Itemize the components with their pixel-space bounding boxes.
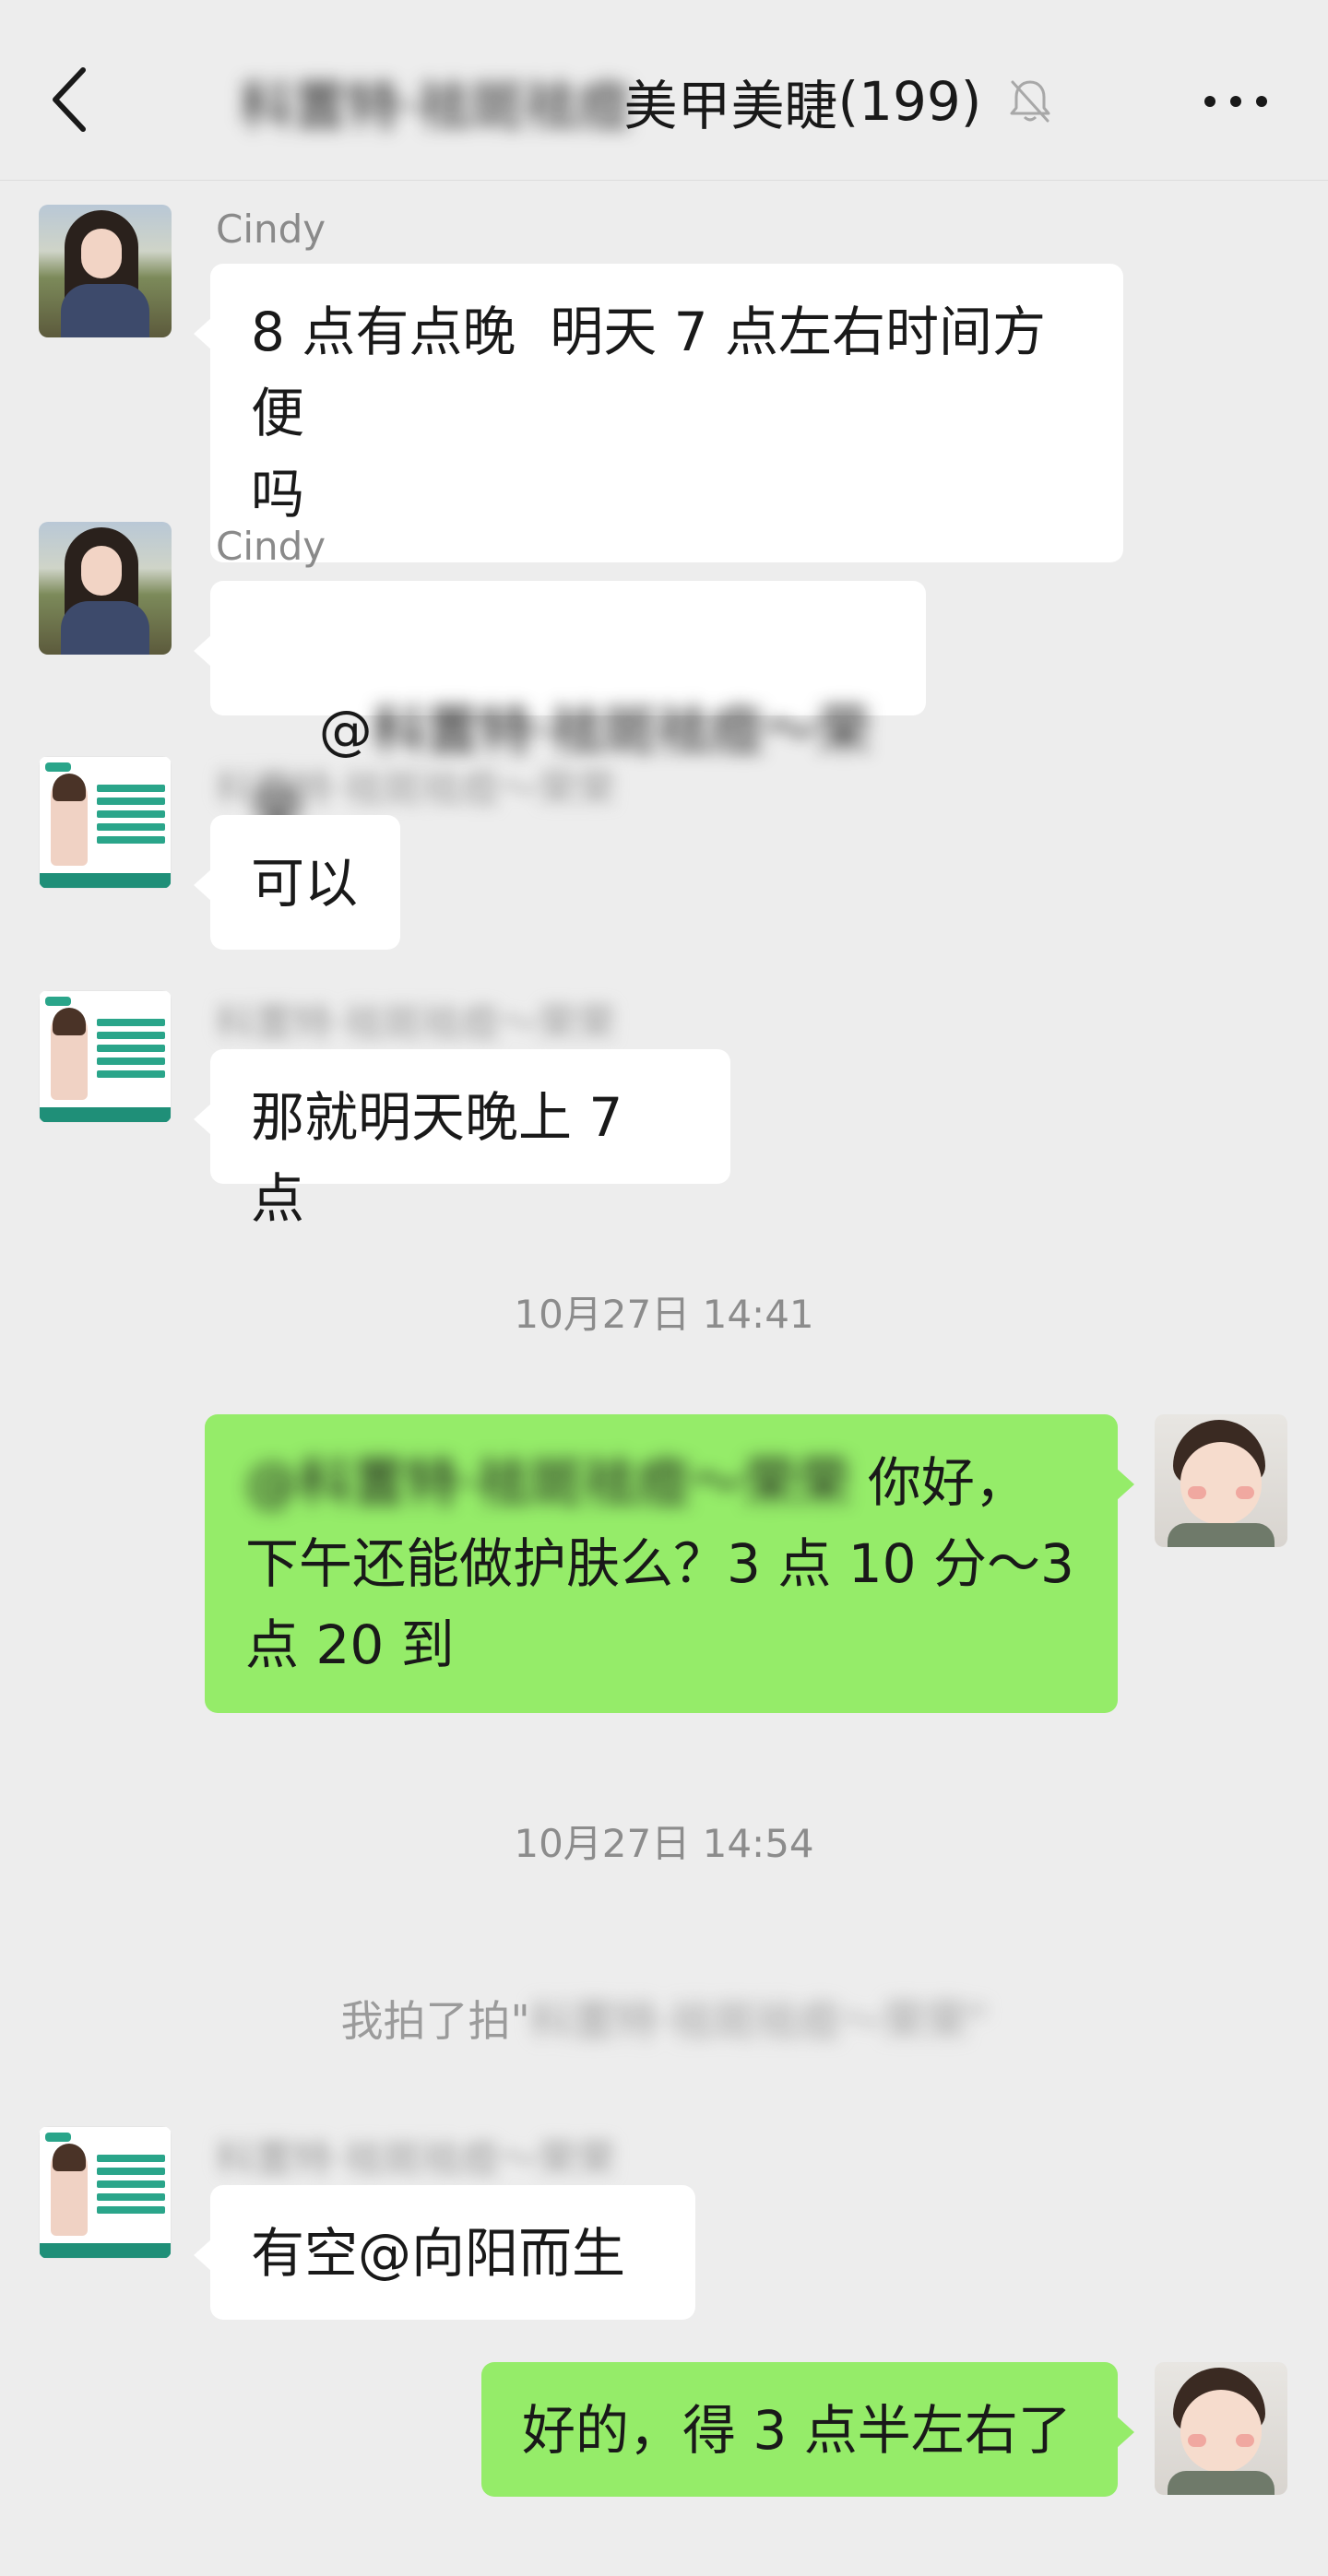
avatar[interactable] (39, 756, 172, 889)
avatar[interactable] (39, 990, 172, 1123)
message-bubble[interactable]: 可以 (194, 815, 400, 950)
chat-title-text: 美甲美睫 (623, 75, 838, 137)
message-text: 下午还能做护肤么？3 点 10 分～3 点 20 到 (245, 1532, 1074, 1676)
sender-name: 科置特·祛斑祛痘～荣荣 (216, 766, 616, 811)
message-bubble[interactable]: @科置特·祛斑祛痘～荣荣 (194, 581, 926, 843)
message-bubble[interactable]: @科置特·祛斑祛痘～荣荣 你好， 下午还能做护肤么？3 点 10 分～3 点 20… (205, 1414, 1134, 1713)
sender-name: 科置特·祛斑祛痘～荣荣 (216, 2136, 616, 2181)
mention-blurred: @科置特·祛斑祛痘～荣荣 (245, 1451, 851, 1514)
sender-name: Cindy (216, 524, 326, 569)
message-bubble[interactable]: 好的，得 3 点半左右了 (481, 2362, 1134, 2497)
avatar[interactable] (1155, 2362, 1287, 2495)
avatar[interactable] (39, 2126, 172, 2259)
avatar[interactable] (1155, 1414, 1287, 1547)
message-text-line1: 你好， (850, 1451, 1028, 1514)
system-text: 我拍了拍" (340, 1996, 530, 2046)
timestamp: 10月27日 14:54 (514, 1821, 814, 1866)
sender-name: 科置特·祛斑祛痘～荣荣 (216, 1000, 616, 1046)
message-bubble[interactable]: 有空@向阳而生 (194, 2185, 695, 2320)
avatar[interactable] (39, 522, 172, 655)
mention-prefix: @ (318, 699, 373, 762)
timestamp: 10月27日 14:41 (514, 1292, 814, 1337)
message-bubble[interactable]: 8 点有点晚 明天 7 点左右时间方便 吗 (194, 264, 1123, 562)
more-button[interactable] (1199, 83, 1273, 120)
system-text-blurred: 科置特·祛斑祛痘～荣荣" (529, 1996, 988, 2046)
more-dots-icon (1204, 96, 1267, 107)
chat-title-blurred: 科置特·祛斑祛痘 (240, 75, 632, 137)
sender-name: Cindy (216, 207, 326, 252)
system-message: 我拍了拍"科置特·祛斑祛痘～荣荣" (0, 1988, 1328, 2049)
chevron-left-icon (53, 67, 86, 132)
chat-header: 科置特·祛斑祛痘 美甲美睫 (199) (0, 0, 1328, 181)
back-button[interactable] (44, 63, 100, 136)
bell-off-icon (1010, 80, 1050, 123)
member-count: (199) (837, 70, 982, 133)
chat-title[interactable]: 科置特·祛斑祛痘 美甲美睫 (199) (240, 65, 1055, 138)
message-bubble[interactable]: 那就明天晚上 7 点 (194, 1049, 730, 1230)
avatar[interactable] (39, 205, 172, 337)
